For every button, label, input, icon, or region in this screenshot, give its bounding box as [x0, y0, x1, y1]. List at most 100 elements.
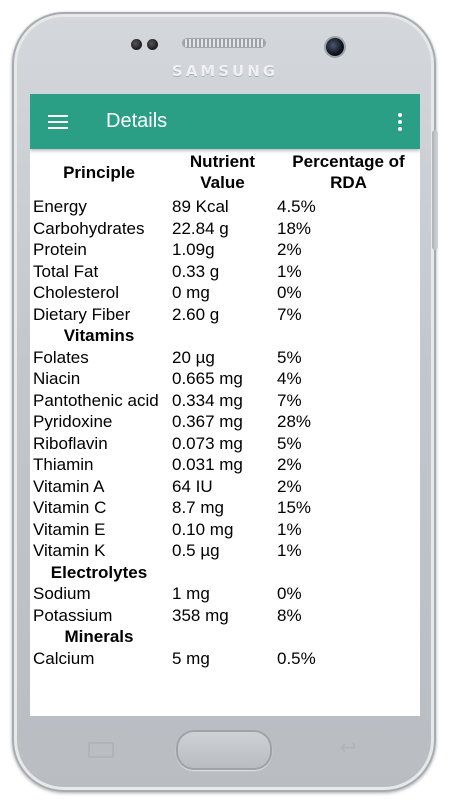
table-row: Folates 20 µg 5% [30, 347, 420, 369]
nutrient-value: 0.334 mg [172, 390, 243, 410]
nutrient-name: Vitamin C [33, 498, 107, 517]
table-row: Calcium 5 mg 0.5% [30, 648, 420, 670]
nutrient-name: Vitamin K [33, 541, 106, 560]
rda-percentage: 1% [277, 261, 302, 281]
rda-percentage: 18% [277, 218, 312, 238]
rda-percentage: 8% [277, 605, 302, 625]
section-heading: Electrolytes [50, 562, 148, 582]
rda-percentage: 2% [277, 455, 302, 474]
nutrient-name: Calcium [33, 648, 95, 668]
table-row: Vitamin K 0.5 µg 1% [30, 540, 420, 562]
section-heading: Minerals [64, 627, 134, 646]
nutrient-name: Folates [33, 347, 89, 367]
section-heading-row: Vitamins [30, 325, 420, 347]
hamburger-menu-icon[interactable] [40, 104, 76, 140]
header-nutrient-value: Nutrient Value [189, 152, 256, 192]
side-button [432, 130, 438, 250]
table-row: Riboflavin 0.073 mg 5% [30, 433, 420, 455]
app-bar: Details [30, 94, 420, 149]
rda-percentage: 1% [277, 541, 302, 560]
table-row: Protein 1.09g 2% [30, 239, 420, 261]
nutrient-value: 0.33 g [172, 261, 220, 281]
table-row: Pantothenic acid 0.334 mg 7% [30, 390, 420, 412]
page-title: Details [106, 110, 168, 132]
nutrient-name: Dietary Fiber [33, 304, 131, 324]
nutrient-value: 1 mg [172, 584, 210, 603]
rda-percentage: 0% [277, 283, 302, 302]
table-row: Energy 89 Kcal 4.5% [30, 196, 420, 218]
nutrient-name: Vitamin A [33, 476, 105, 496]
table-row: Vitamin A 64 IU 2% [30, 476, 420, 498]
rda-percentage: 1% [277, 519, 302, 539]
table-row: Carbohydrates 22.84 g 18% [30, 218, 420, 240]
table-row: Thiamin 0.031 mg 2% [30, 454, 420, 476]
nutrient-value: 22.84 g [172, 218, 229, 238]
rda-percentage: 7% [277, 304, 302, 324]
rda-percentage: 0% [277, 584, 302, 603]
table-header-row: Principle Nutrient Value Percentage of R… [30, 149, 420, 196]
rda-percentage: 15% [277, 498, 312, 517]
nutrient-name: Energy [33, 197, 87, 216]
earpiece-speaker [183, 39, 265, 47]
nutrient-value: 0.367 mg [172, 412, 243, 431]
nutrient-value: 358 mg [172, 605, 229, 625]
section-heading-row: Electrolytes [30, 562, 420, 584]
nutrient-name: Protein [33, 240, 87, 259]
nutrient-value: 64 IU [172, 476, 213, 496]
nutrient-name: Sodium [33, 584, 91, 603]
rda-percentage: 2% [277, 476, 302, 496]
rda-percentage: 2% [277, 240, 302, 259]
nutrient-value: 2.60 g [172, 304, 220, 324]
nutrient-name: Vitamin E [33, 519, 106, 539]
light-sensor [147, 39, 158, 50]
nutrient-name: Thiamin [33, 455, 94, 474]
header-principle: Principle [63, 162, 135, 182]
rda-percentage: 5% [277, 347, 302, 367]
nutrient-name: Carbohydrates [33, 218, 145, 238]
rda-percentage: 4.5% [277, 197, 316, 216]
back-icon[interactable]: ↩ [335, 738, 361, 758]
nutrient-value: 0.5 µg [172, 541, 220, 560]
nutrient-value: 0 mg [172, 283, 210, 302]
nutrient-name: Pantothenic acid [33, 390, 159, 410]
front-camera-icon [326, 38, 344, 56]
table-row: Total Fat 0.33 g 1% [30, 261, 420, 283]
nutrient-value: 1.09g [172, 240, 215, 259]
table-row: Dietary Fiber 2.60 g 7% [30, 304, 420, 326]
nutrition-table: Principle Nutrient Value Percentage of R… [30, 149, 420, 669]
table-row: Pyridoxine 0.367 mg 28% [30, 411, 420, 433]
table-row: Cholesterol 0 mg 0% [30, 282, 420, 304]
rda-percentage: 28% [277, 412, 312, 431]
app-screen: Details Principle Nutrient Value Percent… [30, 94, 420, 716]
table-row: Potassium 358 mg 8% [30, 605, 420, 627]
nutrient-name: Total Fat [33, 261, 99, 281]
table-row: Vitamin E 0.10 mg 1% [30, 519, 420, 541]
nutrient-value: 0.10 mg [172, 519, 234, 539]
brand-logo: SAMSUNG [171, 62, 279, 80]
table-row: Sodium 1 mg 0% [30, 583, 420, 605]
nutrient-name: Pyridoxine [33, 412, 113, 431]
table-row: Niacin 0.665 mg 4% [30, 368, 420, 390]
nutrient-value: 89 Kcal [172, 197, 229, 216]
nutrient-name: Riboflavin [33, 433, 108, 453]
nutrient-name: Potassium [33, 605, 113, 625]
header-percentage-rda: Percentage of RDA [292, 152, 405, 192]
rda-percentage: 5% [277, 433, 302, 453]
table-row: Vitamin C 8.7 mg 15% [30, 497, 420, 519]
proximity-sensor [131, 39, 142, 50]
nutrient-value: 0.073 mg [172, 433, 243, 453]
nutrient-value: 0.031 mg [172, 455, 243, 474]
rda-percentage: 0.5% [277, 648, 316, 668]
recent-apps-icon[interactable] [88, 742, 114, 758]
rda-percentage: 7% [277, 390, 302, 410]
home-button[interactable] [176, 730, 272, 770]
nutrient-value: 20 µg [172, 347, 215, 367]
nutrient-value: 8.7 mg [172, 498, 224, 517]
nutrient-name: Niacin [33, 369, 81, 388]
more-vert-icon[interactable] [388, 106, 412, 138]
nutrient-name: Cholesterol [33, 283, 119, 302]
section-heading: Vitamins [63, 326, 135, 345]
nutrient-value: 0.665 mg [172, 369, 243, 388]
section-heading-row: Minerals [30, 626, 420, 648]
nutrient-value: 5 mg [172, 648, 210, 668]
